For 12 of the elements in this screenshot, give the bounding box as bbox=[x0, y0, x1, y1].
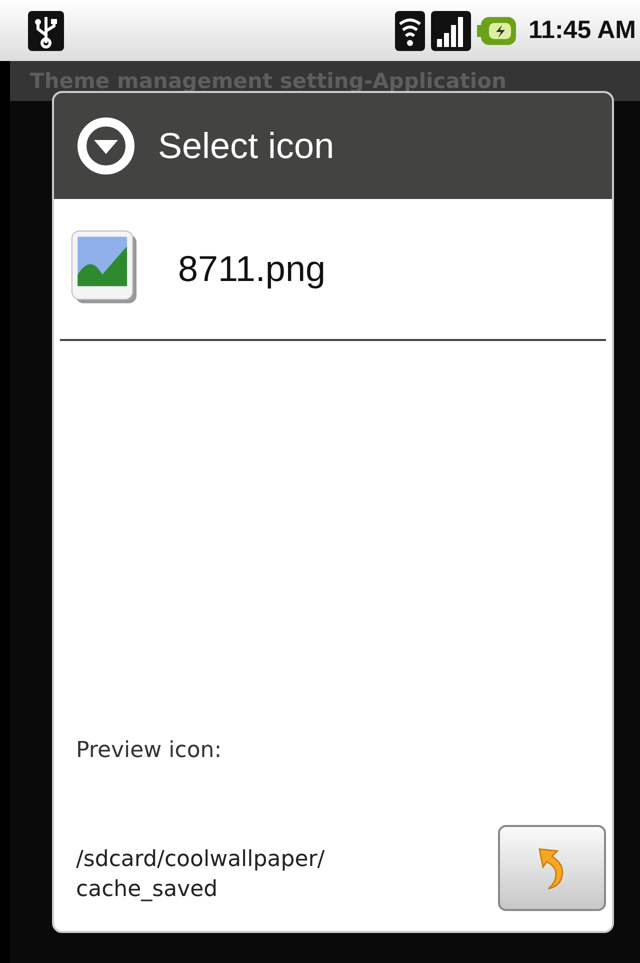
battery-icon bbox=[476, 14, 517, 47]
dialog-title: Select icon bbox=[158, 125, 334, 167]
file-list-item[interactable]: 8711.png bbox=[60, 199, 606, 341]
signal-icon bbox=[430, 10, 471, 51]
usb-icon bbox=[28, 10, 64, 51]
preview-label: Preview icon: bbox=[75, 738, 223, 763]
wifi-icon bbox=[394, 10, 425, 51]
clock-time: 11:45 AM bbox=[528, 16, 636, 46]
dropdown-icon bbox=[76, 116, 136, 176]
path-text: cache_saved bbox=[76, 876, 219, 904]
back-button[interactable] bbox=[498, 825, 606, 911]
path-text: /sdcard/coolwallpaper/ bbox=[76, 846, 325, 874]
